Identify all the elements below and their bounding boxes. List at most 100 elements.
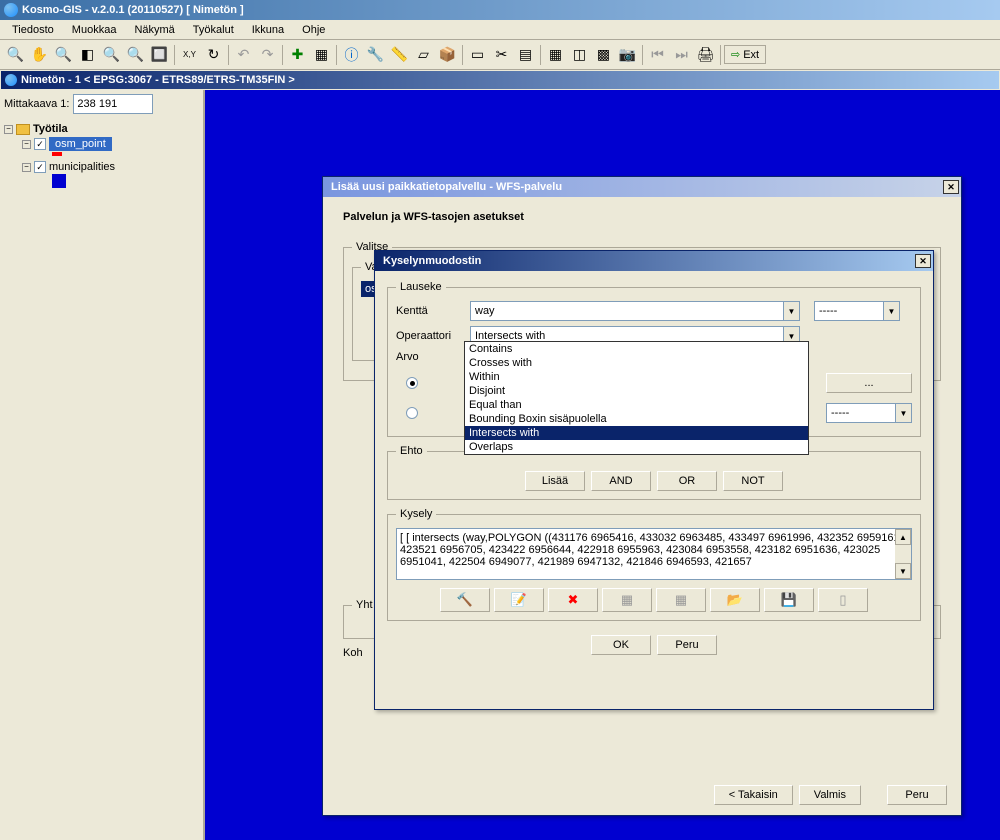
layer2-swatch: [52, 174, 66, 188]
opt-contains[interactable]: Contains: [465, 342, 808, 356]
chevron-down-icon[interactable]: ▼: [883, 302, 899, 320]
opt-within[interactable]: Within: [465, 370, 808, 384]
add-layer-icon[interactable]: ✚: [286, 43, 309, 66]
scroll-up-icon[interactable]: ▲: [895, 529, 911, 545]
menu-view[interactable]: Näkymä: [126, 22, 182, 38]
peru-button[interactable]: Peru: [657, 635, 717, 655]
app-icon: [4, 3, 18, 17]
edit-icon[interactable]: 📝: [494, 588, 544, 612]
chart-icon[interactable]: ◫: [568, 43, 591, 66]
tree-layer1-row[interactable]: − ✓ osm_point: [4, 136, 199, 152]
ext-button[interactable]: ⇨Ext: [724, 45, 766, 64]
cancel-button[interactable]: Peru: [887, 785, 947, 805]
opt-bbox[interactable]: Bounding Boxin sisäpuolella: [465, 412, 808, 426]
area-icon[interactable]: ▱: [412, 43, 435, 66]
ruler-icon[interactable]: 📏: [388, 43, 411, 66]
menu-edit[interactable]: Muokkaa: [64, 22, 125, 38]
zoom-in-icon[interactable]: 🔍: [4, 43, 27, 66]
layer2-checkbox[interactable]: ✓: [34, 161, 46, 173]
opt-overlaps[interactable]: Overlaps: [465, 440, 808, 454]
open-icon[interactable]: 📂: [710, 588, 760, 612]
opt-disjoint[interactable]: Disjoint: [465, 384, 808, 398]
fs-kysely: Kysely [ [ intersects (way,POLYGON ((431…: [387, 508, 921, 621]
delete-icon[interactable]: ✖: [548, 588, 598, 612]
scroll-down-icon[interactable]: ▼: [895, 563, 911, 579]
layer-stack-icon[interactable]: ▦: [310, 43, 333, 66]
sql-icon[interactable]: ▤: [514, 43, 537, 66]
layer1-label[interactable]: osm_point: [49, 137, 112, 151]
radio-1[interactable]: [406, 377, 418, 389]
zoom-next-icon[interactable]: 🔍: [124, 43, 147, 66]
save-icon[interactable]: 💾: [764, 588, 814, 612]
tree-root-label: Työtila: [33, 123, 68, 135]
or-button[interactable]: OR: [657, 471, 717, 491]
blank-combo[interactable]: -----▼: [814, 301, 900, 321]
zoom-box-icon[interactable]: 🔲: [148, 43, 171, 66]
menu-tools[interactable]: Työkalut: [185, 22, 242, 38]
close-button[interactable]: ✕: [943, 180, 959, 194]
kentta-combo[interactable]: way▼: [470, 301, 800, 321]
close-button[interactable]: ✕: [915, 254, 931, 268]
layer2-label: municipalities: [49, 161, 115, 173]
and-button[interactable]: AND: [591, 471, 651, 491]
zoom-out-icon[interactable]: 🔍: [52, 43, 75, 66]
operator-dropdown[interactable]: Contains Crosses with Within Disjoint Eq…: [464, 341, 809, 455]
query-dialog-titlebar[interactable]: Kyselynmuodostin ✕: [375, 251, 933, 271]
tree-toggle-icon[interactable]: −: [22, 140, 31, 149]
redo-icon[interactable]: ↷: [256, 43, 279, 66]
menu-file[interactable]: Tiedosto: [4, 22, 62, 38]
grid1-icon[interactable]: ▦: [602, 588, 652, 612]
coord-icon[interactable]: X,Y: [178, 43, 201, 66]
back-icon[interactable]: ⏮: [646, 43, 669, 66]
lisaa-button[interactable]: Lisää: [525, 471, 585, 491]
blank-combo-2[interactable]: -----▼: [826, 403, 912, 423]
refresh-icon[interactable]: ↻: [202, 43, 225, 66]
not-button[interactable]: NOT: [723, 471, 783, 491]
back-button[interactable]: < Takaisin: [714, 785, 793, 805]
camera-icon[interactable]: 📷: [616, 43, 639, 66]
tree-toggle-icon[interactable]: −: [22, 163, 31, 172]
tree-toggle-icon[interactable]: −: [4, 125, 13, 134]
opt-intersects[interactable]: Intersects with: [465, 426, 808, 440]
pan-icon[interactable]: ✋: [28, 43, 51, 66]
opt-crosses[interactable]: Crosses with: [465, 356, 808, 370]
print-icon[interactable]: 🖨: [694, 43, 717, 66]
info-icon[interactable]: ⓘ: [340, 43, 363, 66]
hammer-icon[interactable]: 🔨: [440, 588, 490, 612]
dots-button[interactable]: ...: [826, 373, 912, 393]
query-dialog-title: Kyselynmuodostin: [383, 255, 481, 267]
wfs-heading: Palvelun ja WFS-tasojen asetukset: [343, 211, 941, 223]
app-titlebar: Kosmo-GIS - v.2.0.1 (20110527) [ Nimetön…: [0, 0, 1000, 20]
chevron-down-icon[interactable]: ▼: [783, 302, 799, 320]
pointer-icon[interactable]: ▭: [466, 43, 489, 66]
scale-input[interactable]: [73, 94, 153, 114]
finish-button[interactable]: Valmis: [799, 785, 861, 805]
menu-window[interactable]: Ikkuna: [244, 22, 292, 38]
fwd-icon[interactable]: ⏭: [670, 43, 693, 66]
layer1-checkbox[interactable]: ✓: [34, 138, 46, 150]
doc-icon[interactable]: ▯: [818, 588, 868, 612]
label-kentta: Kenttä: [396, 305, 464, 317]
ok-button[interactable]: OK: [591, 635, 651, 655]
query-dialog: Kyselynmuodostin ✕ Lauseke Kenttä way▼ -…: [374, 250, 934, 710]
query-textarea[interactable]: [ [ intersects (way,POLYGON ((431176 696…: [396, 528, 912, 580]
cut-icon[interactable]: ✂: [490, 43, 513, 66]
chevron-down-icon[interactable]: ▼: [895, 404, 911, 422]
zoom-prev-icon[interactable]: 🔍: [100, 43, 123, 66]
menu-help[interactable]: Ohje: [294, 22, 333, 38]
tree-layer2-row[interactable]: − ✓ municipalities: [4, 160, 199, 174]
wrench-icon[interactable]: 🔧: [364, 43, 387, 66]
palette-icon[interactable]: ▩: [592, 43, 615, 66]
app-title: Kosmo-GIS - v.2.0.1 (20110527) [ Nimetön…: [22, 4, 244, 16]
grid2-icon[interactable]: ▦: [656, 588, 706, 612]
opt-equal[interactable]: Equal than: [465, 398, 808, 412]
tree-root[interactable]: − Työtila: [4, 122, 199, 136]
zoom-extent-icon[interactable]: ◧: [76, 43, 99, 66]
scale-label: Mittakaava 1:: [4, 98, 69, 110]
table-icon[interactable]: ▦: [544, 43, 567, 66]
wfs-dialog-titlebar[interactable]: Lisää uusi paikkatietopalvellu - WFS-pal…: [323, 177, 961, 197]
box-icon[interactable]: 📦: [436, 43, 459, 66]
scrollbar[interactable]: ▲▼: [895, 529, 911, 579]
radio-2[interactable]: [406, 407, 418, 419]
undo-icon[interactable]: ↶: [232, 43, 255, 66]
